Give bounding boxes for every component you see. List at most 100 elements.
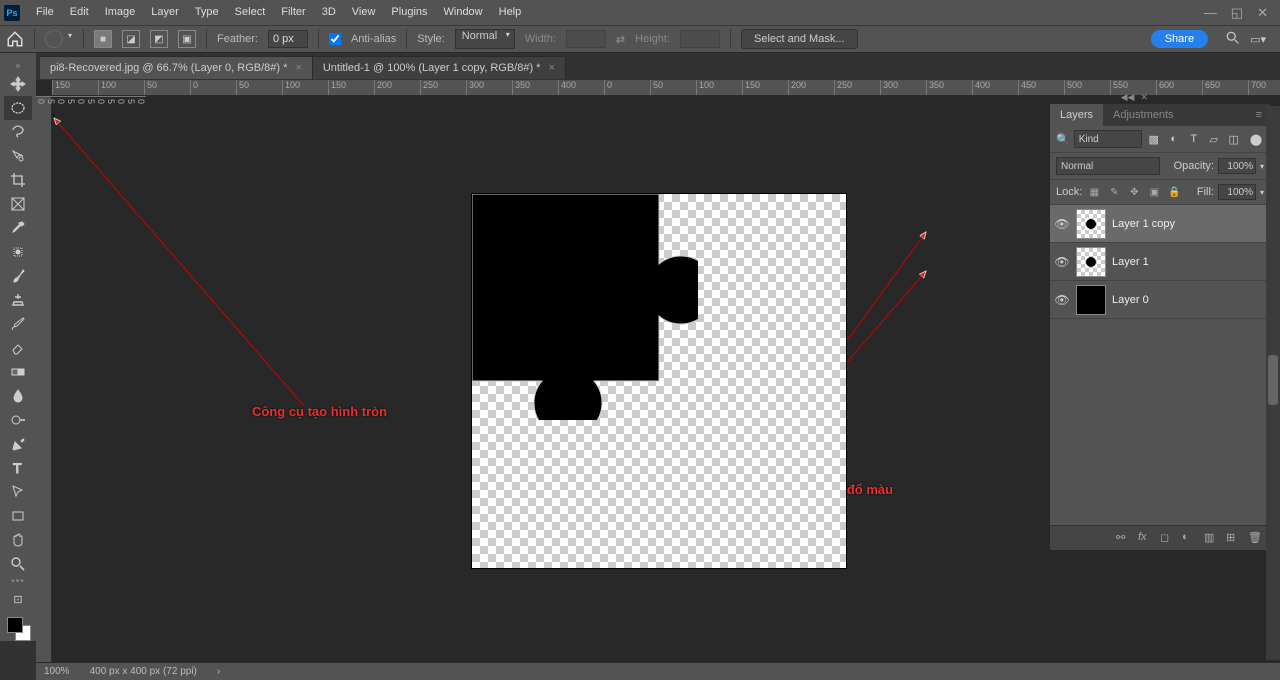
document-tab-active[interactable]: Untitled-1 @ 100% (Layer 1 copy, RGB/8#)… [313,56,566,79]
filter-shape-icon[interactable]: ▱ [1206,131,1222,147]
edit-toolbar-icon[interactable]: ⊡ [4,587,32,611]
lasso-tool[interactable] [4,120,32,144]
tab-layers[interactable]: Layers [1050,104,1103,126]
vertical-scrollbar[interactable] [1266,106,1280,660]
visibility-toggle[interactable]: 👁 [1054,216,1070,232]
zoom-tool[interactable] [4,552,32,576]
layer-row[interactable]: 👁 Layer 1 copy [1050,205,1270,243]
filter-smart-icon[interactable]: ◫ [1226,131,1242,147]
crop-tool[interactable] [4,168,32,192]
filter-pixel-icon[interactable]: ▩ [1146,131,1162,147]
blend-mode-dropdown[interactable]: Normal [1056,157,1160,175]
path-selection-tool[interactable] [4,480,32,504]
lock-artboard-icon[interactable]: ▣ [1146,185,1162,199]
tool-overflow-icon[interactable]: ••• [11,576,25,587]
lock-all-icon[interactable]: 🔒 [1166,185,1182,199]
minimize-button[interactable]: — [1204,5,1217,21]
antialias-checkbox[interactable] [329,33,341,45]
quick-selection-tool[interactable] [4,144,32,168]
close-button[interactable]: ✕ [1257,5,1268,21]
lock-position-icon[interactable]: ✥ [1126,185,1142,199]
menu-file[interactable]: File [28,0,62,25]
menu-layer[interactable]: Layer [143,0,187,25]
menu-filter[interactable]: Filter [273,0,313,25]
close-icon[interactable]: × [295,62,301,74]
panel-collapse-icons[interactable]: ◀◀ ✕ [1121,92,1148,103]
canvas-document[interactable] [472,194,846,568]
delete-layer-icon[interactable]: 🗑 [1248,531,1262,545]
search-icon[interactable] [1226,31,1240,48]
history-brush-tool[interactable] [4,312,32,336]
selection-subtract-button[interactable]: ◩ [150,30,168,48]
rectangle-tool[interactable] [4,504,32,528]
visibility-toggle[interactable]: 👁 [1054,254,1070,270]
dodge-tool[interactable] [4,408,32,432]
foreground-swatch[interactable] [7,617,23,633]
elliptical-marquee-tool[interactable] [4,96,32,120]
move-tool[interactable] [4,72,32,96]
menu-3d[interactable]: 3D [314,0,344,25]
feather-input[interactable] [268,30,308,48]
lock-transparency-icon[interactable]: ▦ [1086,185,1102,199]
brush-tool[interactable] [4,264,32,288]
chevron-right-icon[interactable]: › [217,666,220,677]
adjustment-layer-icon[interactable]: ◐ [1182,531,1196,545]
menu-view[interactable]: View [344,0,384,25]
style-dropdown[interactable]: Normal [455,29,515,49]
layer-mask-icon[interactable]: ◻ [1160,531,1174,545]
layer-name[interactable]: Layer 1 [1112,256,1149,268]
new-layer-icon[interactable]: ⊞ [1226,531,1240,545]
layer-row[interactable]: 👁 Layer 1 [1050,243,1270,281]
layer-thumbnail[interactable] [1076,209,1106,239]
zoom-level[interactable]: 100% [44,666,70,677]
filter-type-icon[interactable]: T [1186,131,1202,147]
tool-preset-dropdown[interactable] [45,30,63,48]
layer-name[interactable]: Layer 0 [1112,294,1149,306]
chevron-down-icon[interactable]: ▾ [1260,188,1264,197]
menu-image[interactable]: Image [97,0,144,25]
eyedropper-tool[interactable] [4,216,32,240]
frame-tool[interactable] [4,192,32,216]
menu-select[interactable]: Select [227,0,274,25]
link-layers-icon[interactable]: ⚯ [1116,531,1130,545]
maximize-button[interactable]: ◱ [1231,5,1243,21]
blur-tool[interactable] [4,384,32,408]
opacity-input[interactable] [1218,158,1256,174]
menu-help[interactable]: Help [491,0,530,25]
select-and-mask-button[interactable]: Select and Mask... [741,29,858,49]
lock-pixels-icon[interactable]: ✎ [1106,185,1122,199]
expand-toolbar-icon[interactable]: » [14,59,22,72]
chevron-down-icon[interactable]: ▾ [1260,162,1264,171]
hand-tool[interactable] [4,528,32,552]
layer-name[interactable]: Layer 1 copy [1112,218,1175,230]
healing-brush-tool[interactable] [4,240,32,264]
filter-adjust-icon[interactable]: ◐ [1166,131,1182,147]
filter-toggle-icon[interactable]: ⬤ [1248,131,1264,147]
gradient-tool[interactable] [4,360,32,384]
close-icon[interactable]: × [548,62,554,74]
document-tab[interactable]: pi8-Recovered.jpg @ 66.7% (Layer 0, RGB/… [40,56,313,79]
color-swatches[interactable] [5,615,31,641]
clone-stamp-tool[interactable] [4,288,32,312]
menu-plugins[interactable]: Plugins [383,0,435,25]
layer-row[interactable]: 👁 Layer 0 [1050,281,1270,319]
menu-type[interactable]: Type [187,0,227,25]
eraser-tool[interactable] [4,336,32,360]
menu-window[interactable]: Window [436,0,491,25]
workspace-switcher-icon[interactable]: ▭▾ [1250,33,1266,46]
pen-tool[interactable] [4,432,32,456]
layer-thumbnail[interactable] [1076,285,1106,315]
document-info[interactable]: 400 px x 400 px (72 ppi) [90,666,197,677]
layer-thumbnail[interactable] [1076,247,1106,277]
fill-input[interactable] [1218,184,1256,200]
selection-intersect-button[interactable]: ▣ [178,30,196,48]
layer-fx-icon[interactable]: fx [1138,531,1152,545]
layer-group-icon[interactable]: ▥ [1204,531,1218,545]
visibility-toggle[interactable]: 👁 [1054,292,1070,308]
menu-edit[interactable]: Edit [62,0,97,25]
type-tool[interactable]: T [4,456,32,480]
layer-filter-dropdown[interactable]: Kind [1074,130,1142,148]
selection-new-button[interactable]: ■ [94,30,112,48]
selection-add-button[interactable]: ◪ [122,30,140,48]
tab-adjustments[interactable]: Adjustments [1103,104,1184,126]
